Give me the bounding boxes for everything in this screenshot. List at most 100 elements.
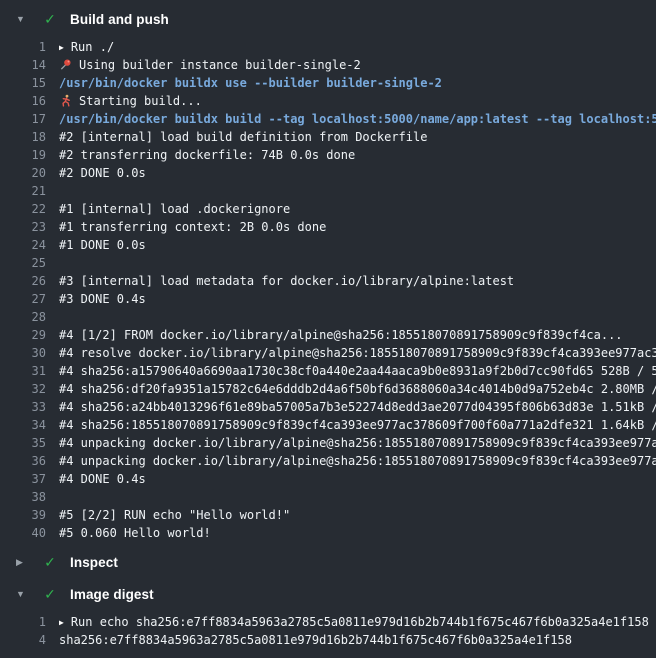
log-line-text: #2 [internal] load build definition from… bbox=[59, 128, 427, 146]
log-line-text: #5 [2/2] RUN echo "Hello world!" bbox=[59, 506, 290, 524]
workflow-log-panel: ▼ ✓ Build and push 1 ▶Run ./ 14 Using bu… bbox=[0, 0, 656, 658]
log-line-number[interactable]: 39 bbox=[0, 506, 46, 524]
log-line: 32 #4 sha256:df20fa9351a15782c64e6dddb2d… bbox=[0, 380, 656, 398]
log-line: 19 #2 transferring dockerfile: 74B 0.0s … bbox=[0, 146, 656, 164]
log-rows: 1 ▶Run ./ 14 Using builder instance buil… bbox=[0, 38, 656, 542]
log-line-number[interactable]: 19 bbox=[0, 146, 46, 164]
log-line: 17 /usr/bin/docker buildx build --tag lo… bbox=[0, 110, 656, 128]
log-line-number[interactable]: 15 bbox=[0, 74, 46, 92]
log-line-number[interactable]: 14 bbox=[0, 56, 46, 74]
log-line-number[interactable]: 21 bbox=[0, 182, 46, 200]
step-header[interactable]: ▼ ✓ Build and push bbox=[0, 7, 656, 31]
step-label: Inspect bbox=[70, 555, 118, 570]
log-line-text: #2 transferring dockerfile: 74B 0.0s don… bbox=[59, 146, 355, 164]
log-line: 33 #4 sha256:a24bb4013296f61e89ba57005a7… bbox=[0, 398, 656, 416]
log-line-text: sha256:e7ff8834a5963a2785c5a0811e979d16b… bbox=[59, 631, 572, 649]
pushpin-icon bbox=[59, 58, 72, 71]
log-line-text: /usr/bin/docker buildx build --tag local… bbox=[59, 110, 656, 128]
log-line-text: #2 DONE 0.0s bbox=[59, 164, 146, 182]
log-line-text: #4 unpacking docker.io/library/alpine@sh… bbox=[59, 452, 656, 470]
log-line-number[interactable]: 24 bbox=[0, 236, 46, 254]
log-line-number[interactable]: 1 bbox=[0, 38, 46, 56]
run-expand-icon[interactable]: ▶ bbox=[59, 39, 64, 56]
log-line-text: #5 0.060 Hello world! bbox=[59, 524, 211, 542]
check-icon: ✓ bbox=[42, 582, 58, 606]
log-line-number[interactable]: 35 bbox=[0, 434, 46, 452]
chevron-icon[interactable]: ▶ bbox=[16, 550, 30, 574]
step-section-build-and-push: ▼ ✓ Build and push 1 ▶Run ./ 14 Using bu… bbox=[0, 7, 656, 542]
log-line-number[interactable]: 26 bbox=[0, 272, 46, 290]
log-line-text: Using builder instance builder-single-2 bbox=[59, 56, 361, 74]
log-line: 27 #3 DONE 0.4s bbox=[0, 290, 656, 308]
log-line-text: #3 DONE 0.4s bbox=[59, 290, 146, 308]
log-line-number[interactable]: 36 bbox=[0, 452, 46, 470]
log-line-text: #3 [internal] load metadata for docker.i… bbox=[59, 272, 514, 290]
log-line-number[interactable]: 23 bbox=[0, 218, 46, 236]
log-line-number[interactable]: 22 bbox=[0, 200, 46, 218]
log-line-number[interactable]: 29 bbox=[0, 326, 46, 344]
log-line: 26 #3 [internal] load metadata for docke… bbox=[0, 272, 656, 290]
log-line-text: ▶Run echo sha256:e7ff8834a5963a2785c5a08… bbox=[59, 613, 649, 631]
log-line-text: Starting build... bbox=[59, 92, 202, 110]
log-line: 40 #5 0.060 Hello world! bbox=[0, 524, 656, 542]
log-line-number[interactable]: 34 bbox=[0, 416, 46, 434]
log-line-text: #4 sha256:185518070891758909c9f839cf4ca3… bbox=[59, 416, 656, 434]
step-header[interactable]: ▼ ✓ Image digest bbox=[0, 582, 656, 606]
log-line: 4 sha256:e7ff8834a5963a2785c5a0811e979d1… bbox=[0, 631, 656, 649]
log-line-number[interactable]: 27 bbox=[0, 290, 46, 308]
log-line-text: /usr/bin/docker buildx use --builder bui… bbox=[59, 74, 442, 92]
log-line-number[interactable]: 32 bbox=[0, 380, 46, 398]
log-line: 22 #1 [internal] load .dockerignore bbox=[0, 200, 656, 218]
log-line: 25 bbox=[0, 254, 656, 272]
runner-icon bbox=[59, 94, 72, 107]
step-header[interactable]: ▶ ✓ Inspect bbox=[0, 550, 656, 574]
log-line-number[interactable]: 20 bbox=[0, 164, 46, 182]
log-line-text: #4 unpacking docker.io/library/alpine@sh… bbox=[59, 434, 656, 452]
steps-container: ▼ ✓ Build and push 1 ▶Run ./ 14 Using bu… bbox=[0, 7, 656, 649]
chevron-icon[interactable]: ▼ bbox=[16, 582, 30, 606]
log-line-text: #4 resolve docker.io/library/alpine@sha2… bbox=[59, 344, 656, 362]
log-line: 16 Starting build... bbox=[0, 92, 656, 110]
log-line: 23 #1 transferring context: 2B 0.0s done bbox=[0, 218, 656, 236]
step-section-inspect: ▶ ✓ Inspect bbox=[0, 550, 656, 574]
log-line: 28 bbox=[0, 308, 656, 326]
log-line-number[interactable]: 30 bbox=[0, 344, 46, 362]
log-line-number[interactable]: 28 bbox=[0, 308, 46, 326]
log-line: 39 #5 [2/2] RUN echo "Hello world!" bbox=[0, 506, 656, 524]
log-line: 20 #2 DONE 0.0s bbox=[0, 164, 656, 182]
log-line-number[interactable]: 40 bbox=[0, 524, 46, 542]
log-line-number[interactable]: 37 bbox=[0, 470, 46, 488]
log-line-text: #1 [internal] load .dockerignore bbox=[59, 200, 290, 218]
log-line-text: #1 DONE 0.0s bbox=[59, 236, 146, 254]
chevron-icon[interactable]: ▼ bbox=[16, 7, 30, 31]
log-line-number[interactable]: 18 bbox=[0, 128, 46, 146]
log-line: 31 #4 sha256:a15790640a6690aa1730c38cf0a… bbox=[0, 362, 656, 380]
log-line-number[interactable]: 1 bbox=[0, 613, 46, 631]
log-line-number[interactable]: 25 bbox=[0, 254, 46, 272]
run-expand-icon[interactable]: ▶ bbox=[59, 614, 64, 631]
log-line-number[interactable]: 16 bbox=[0, 92, 46, 110]
log-line-text: #4 DONE 0.4s bbox=[59, 470, 146, 488]
log-line: 30 #4 resolve docker.io/library/alpine@s… bbox=[0, 344, 656, 362]
log-line-text: #4 [1/2] FROM docker.io/library/alpine@s… bbox=[59, 326, 623, 344]
log-line-number[interactable]: 4 bbox=[0, 631, 46, 649]
log-line-text: #1 transferring context: 2B 0.0s done bbox=[59, 218, 326, 236]
log-line: 21 bbox=[0, 182, 656, 200]
log-line-text: #4 sha256:df20fa9351a15782c64e6dddb2d4a6… bbox=[59, 380, 656, 398]
log-line-text: #4 sha256:a24bb4013296f61e89ba57005a7b3e… bbox=[59, 398, 656, 416]
log-line: 38 bbox=[0, 488, 656, 506]
log-line-number[interactable]: 17 bbox=[0, 110, 46, 128]
log-line: 14 Using builder instance builder-single… bbox=[0, 56, 656, 74]
log-line-number[interactable]: 31 bbox=[0, 362, 46, 380]
log-line: 18 #2 [internal] load build definition f… bbox=[0, 128, 656, 146]
log-line-number[interactable]: 38 bbox=[0, 488, 46, 506]
log-line: 1 ▶Run echo sha256:e7ff8834a5963a2785c5a… bbox=[0, 613, 656, 631]
log-line: 36 #4 unpacking docker.io/library/alpine… bbox=[0, 452, 656, 470]
log-line-number[interactable]: 33 bbox=[0, 398, 46, 416]
log-line: 1 ▶Run ./ bbox=[0, 38, 656, 56]
check-icon: ✓ bbox=[42, 7, 58, 31]
step-label: Build and push bbox=[70, 12, 169, 27]
log-line: 35 #4 unpacking docker.io/library/alpine… bbox=[0, 434, 656, 452]
log-line: 29 #4 [1/2] FROM docker.io/library/alpin… bbox=[0, 326, 656, 344]
log-rows: 1 ▶Run echo sha256:e7ff8834a5963a2785c5a… bbox=[0, 613, 656, 649]
